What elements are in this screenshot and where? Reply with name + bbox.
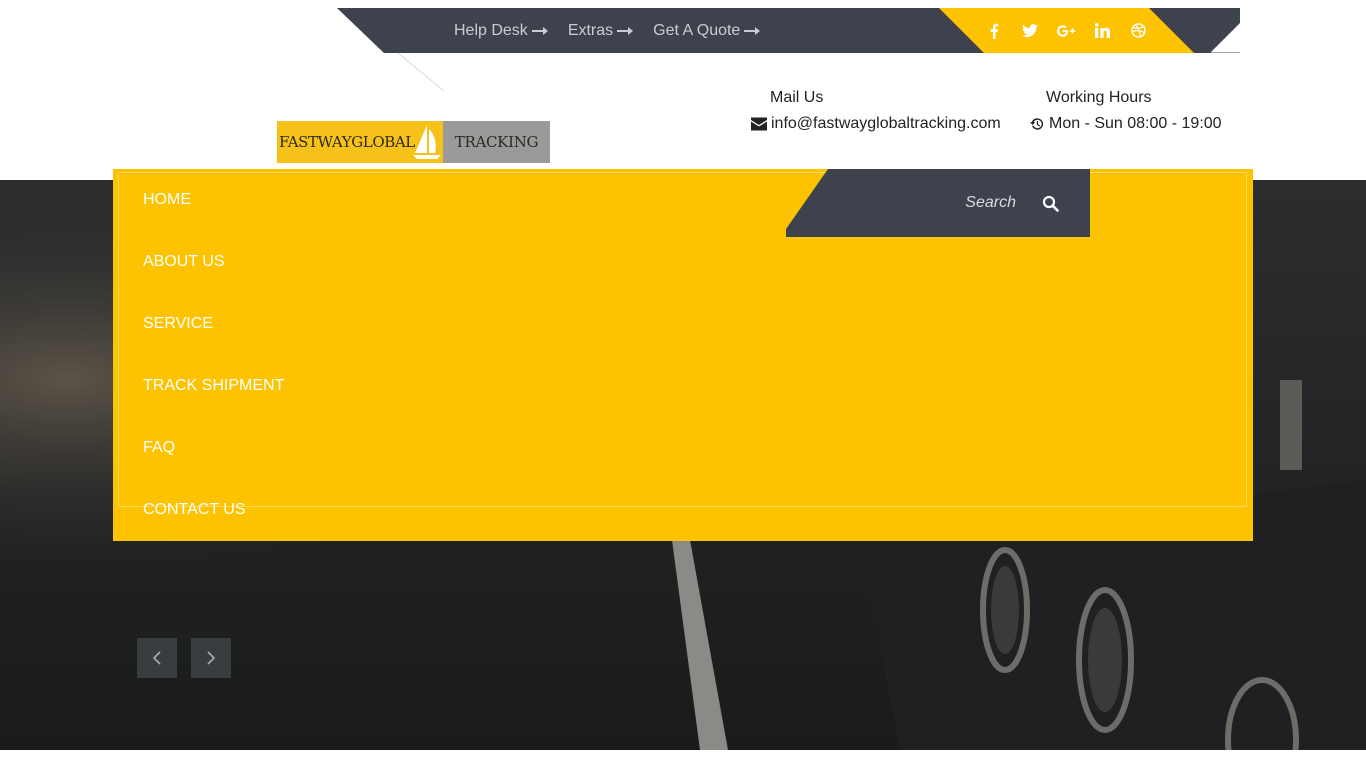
top-bar: Help Desk Extras Get A Quote — [337, 8, 1240, 53]
nav-item-faq[interactable]: FAQ — [143, 417, 284, 479]
logo-right-block: TRACKING — [443, 121, 550, 163]
search-input[interactable] — [866, 187, 1016, 219]
help-desk-link[interactable]: Help Desk — [454, 22, 548, 40]
dribbble-icon[interactable] — [1129, 22, 1147, 40]
twitter-icon[interactable] — [1021, 22, 1039, 40]
help-desk-label: Help Desk — [454, 21, 528, 39]
nav-item-contact-us[interactable]: CONTACT US — [143, 479, 284, 541]
extras-link[interactable]: Extras — [567, 21, 634, 40]
logo-left-block: FASTWAYGLOBAL — [277, 121, 443, 163]
nav-item-about-us[interactable]: ABOUT US — [143, 231, 284, 293]
get-a-quote-link[interactable]: Get A Quote — [653, 21, 761, 40]
sailboat-icon — [413, 125, 441, 159]
nav-item-track-shipment[interactable]: TRACK SHIPMENT — [143, 355, 284, 417]
nav-item-service[interactable]: SERVICE — [143, 293, 284, 355]
social-links — [985, 8, 1147, 53]
arrow-right-icon — [744, 26, 761, 35]
nav-item-home[interactable]: HOME — [143, 169, 284, 231]
envelope-icon — [751, 117, 767, 131]
google-plus-icon[interactable] — [1057, 22, 1075, 40]
nav-menu: HOME ABOUT US SERVICE TRACK SHIPMENT FAQ… — [143, 169, 284, 541]
slider-next-button[interactable] — [191, 638, 231, 678]
search-box — [786, 169, 1090, 237]
extras-label: Extras — [567, 21, 614, 39]
site-logo[interactable]: FASTWAYGLOBAL TRACKING — [277, 121, 550, 163]
mail-title: Mail Us — [770, 89, 824, 106]
hours-value-row: Mon - Sun 08:00 - 19:00 — [1029, 115, 1222, 133]
hours-title: Working Hours — [1046, 89, 1152, 106]
top-links: Help Desk Extras Get A Quote — [454, 8, 761, 53]
linkedin-icon[interactable] — [1093, 22, 1111, 40]
history-clock-icon — [1030, 118, 1044, 130]
chevron-right-icon — [207, 651, 216, 665]
search-icon[interactable] — [1042, 195, 1059, 212]
arrow-right-icon — [617, 26, 634, 35]
arrow-right-icon — [531, 26, 548, 35]
working-hours: Mon - Sun 08:00 - 19:00 — [1049, 115, 1222, 132]
logo-text-right: TRACKING — [454, 133, 539, 151]
mail-info: Mail Us info@fastwayglobaltracking.com — [751, 89, 1001, 133]
mail-value-row: info@fastwayglobaltracking.com — [751, 115, 1001, 133]
get-a-quote-label: Get A Quote — [653, 21, 741, 39]
decorative-diagonal — [398, 53, 444, 91]
mail-address[interactable]: info@fastwayglobaltracking.com — [771, 115, 1001, 133]
logo-text-left: FASTWAYGLOBAL — [279, 133, 415, 151]
hours-info: Working Hours Mon - Sun 08:00 - 19:00 — [1029, 89, 1222, 133]
facebook-icon[interactable] — [985, 22, 1003, 40]
chevron-left-icon — [152, 651, 161, 665]
slider-prev-button[interactable] — [137, 638, 177, 678]
